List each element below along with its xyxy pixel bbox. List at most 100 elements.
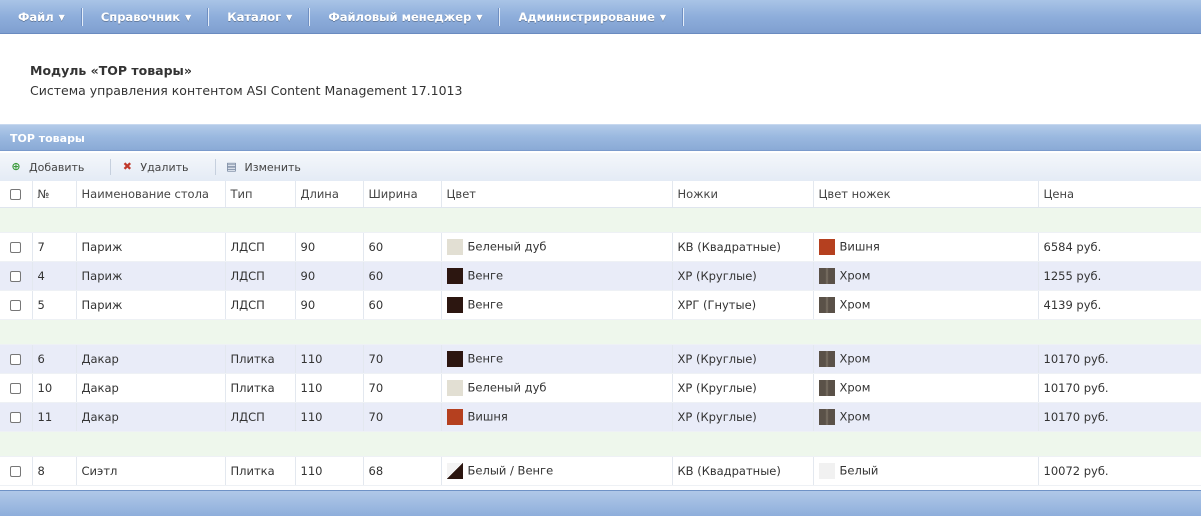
legs-color-label: Хром — [839, 268, 871, 283]
table-row[interactable]: 10 Дакар Плитка 110 70 Беленый дуб ХР (Круглые… — [0, 373, 1201, 403]
legs-color-swatch — [818, 409, 835, 425]
table-row[interactable]: 8 Сиэтл Плитка 110 68 Белый / Венге КВ (Квадра… — [0, 456, 1201, 486]
cell-legs: ХРГ (Гнутые) — [672, 290, 814, 320]
color-label: Беленый дуб — [467, 380, 547, 395]
grid-toolbar: ⊕ Добавить ✖ Удалить ▤ Изменить — [0, 153, 1201, 182]
menu-separator — [682, 7, 685, 26]
color-swatch — [446, 239, 463, 255]
col-header-legs[interactable]: Ножки — [672, 181, 814, 208]
row-select-cell — [0, 290, 33, 320]
cell-price: 10072 руб. — [1038, 456, 1201, 486]
edit-button[interactable]: ▤ Изменить — [226, 161, 301, 174]
col-header-color[interactable]: Цвет — [441, 181, 673, 208]
menu-file[interactable]: Файл ▼ — [0, 6, 81, 28]
cell-length: 110 — [295, 456, 364, 486]
col-header-price[interactable]: Цена — [1038, 181, 1201, 208]
top-products-table: № Наименование стола Тип Длина Ширина Цв… — [0, 181, 1201, 486]
row-checkbox[interactable] — [10, 412, 22, 423]
col-header-legs-color[interactable]: Цвет ножек — [813, 181, 1039, 208]
cell-legs: КВ (Квадратные) — [672, 232, 814, 262]
row-checkbox[interactable] — [10, 271, 22, 282]
row-select-cell — [0, 456, 33, 486]
chevron-down-icon: ▼ — [286, 12, 293, 22]
legs-color-swatch — [818, 351, 835, 367]
row-checkbox[interactable] — [10, 300, 22, 311]
row-checkbox[interactable] — [10, 383, 22, 394]
cell-width: 60 — [363, 290, 442, 320]
cell-type: Плитка — [225, 456, 296, 486]
chevron-down-icon: ▼ — [185, 12, 192, 22]
cell-color: Беленый дуб — [441, 232, 673, 262]
module-title: Модуль «TOP товары» — [30, 63, 192, 78]
select-all-cell — [0, 181, 33, 208]
menu-reference[interactable]: Справочник ▼ — [83, 6, 207, 28]
row-checkbox[interactable] — [10, 242, 22, 253]
cell-width: 70 — [363, 402, 442, 432]
col-header-type[interactable]: Тип — [225, 181, 296, 208]
col-header-num[interactable]: № — [32, 181, 77, 208]
cell-num: 5 — [32, 290, 77, 320]
cell-price: 1255 руб. — [1038, 261, 1201, 291]
cell-length: 110 — [295, 373, 364, 403]
col-header-name[interactable]: Наименование стола — [76, 181, 226, 208]
legs-color-label: Белый — [839, 463, 879, 478]
cell-name: Дакар — [76, 402, 226, 432]
select-all-checkbox[interactable] — [10, 189, 22, 200]
menu-file-manager[interactable]: Файловый менеджер ▼ — [310, 6, 498, 28]
delete-button[interactable]: ✖ Удалить — [121, 161, 189, 174]
chevron-down-icon: ▼ — [476, 12, 483, 22]
add-button[interactable]: ⊕ Добавить — [10, 161, 84, 174]
cell-num: 8 — [32, 456, 77, 486]
table-row[interactable]: 11 Дакар ЛДСП 110 70 Вишня ХР (Круглые) Хром 101… — [0, 402, 1201, 432]
table-header-row: № Наименование стола Тип Длина Ширина Цв… — [0, 181, 1201, 208]
col-header-length[interactable]: Длина — [295, 181, 364, 208]
group-row — [0, 319, 1201, 345]
cell-name: Париж — [76, 261, 226, 291]
color-swatch — [446, 463, 463, 479]
cell-length: 90 — [295, 261, 364, 291]
menu-catalog[interactable]: Каталог ▼ — [209, 6, 308, 28]
cell-type: ЛДСП — [225, 261, 296, 291]
bottom-bar — [0, 490, 1201, 516]
legs-color-swatch — [818, 297, 835, 313]
color-label: Венге — [467, 297, 504, 312]
cell-name: Дакар — [76, 373, 226, 403]
color-swatch — [446, 409, 463, 425]
cell-color: Венге — [441, 290, 673, 320]
cell-price: 10170 руб. — [1038, 373, 1201, 403]
group-row — [0, 207, 1201, 233]
add-button-label: Добавить — [29, 160, 85, 174]
menu-administration[interactable]: Администрирование ▼ — [500, 6, 682, 28]
cell-name: Париж — [76, 290, 226, 320]
group-row — [0, 431, 1201, 457]
col-header-width[interactable]: Ширина — [363, 181, 442, 208]
color-label: Венге — [467, 351, 504, 366]
cell-legs-color: Белый — [813, 456, 1039, 486]
legs-color-label: Хром — [839, 351, 871, 366]
cell-num: 7 — [32, 232, 77, 262]
row-select-cell — [0, 261, 33, 291]
chevron-down-icon: ▼ — [58, 12, 65, 22]
row-select-cell — [0, 402, 33, 432]
table-row[interactable]: 7 Париж ЛДСП 90 60 Беленый дуб КВ (Квадратные)… — [0, 232, 1201, 262]
cell-legs: КВ (Квадратные) — [672, 456, 814, 486]
legs-color-label: Хром — [839, 409, 871, 424]
row-checkbox[interactable] — [10, 466, 22, 477]
cell-length: 110 — [295, 344, 364, 374]
row-select-cell — [0, 232, 33, 262]
module-subtitle: Система управления контентом ASI Content… — [30, 83, 463, 98]
cell-legs: ХР (Круглые) — [672, 373, 814, 403]
row-select-cell — [0, 344, 33, 374]
table-row[interactable]: 4 Париж ЛДСП 90 60 Венге ХР (Круглые) Хром 1255 … — [0, 261, 1201, 291]
cell-width: 60 — [363, 261, 442, 291]
cell-type: ЛДСП — [225, 232, 296, 262]
row-checkbox[interactable] — [10, 354, 22, 365]
cell-legs-color: Вишня — [813, 232, 1039, 262]
color-swatch — [446, 297, 463, 313]
cell-legs-color: Хром — [813, 402, 1039, 432]
cell-legs: ХР (Круглые) — [672, 344, 814, 374]
table-row[interactable]: 5 Париж ЛДСП 90 60 Венге ХРГ (Гнутые) Хром 4139 … — [0, 290, 1201, 320]
color-swatch — [446, 268, 463, 284]
legs-color-label: Хром — [839, 297, 871, 312]
table-row[interactable]: 6 Дакар Плитка 110 70 Венге ХР (Круглые) Хром 10… — [0, 344, 1201, 374]
